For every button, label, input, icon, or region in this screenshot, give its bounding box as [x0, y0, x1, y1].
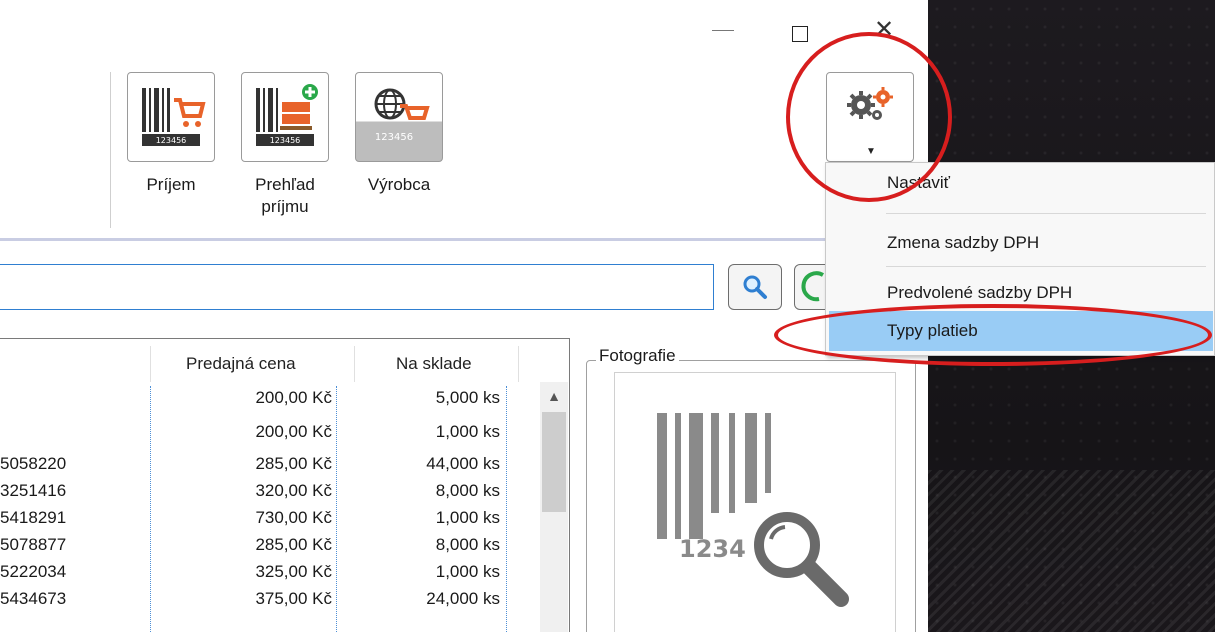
table-row[interactable]: 5222034 325,00 Kč 1,000 ks — [0, 562, 520, 586]
vyrobca-label: Výrobca — [367, 175, 431, 194]
row-stock: 44,000 ks — [426, 454, 500, 473]
vyrobca-button[interactable]: 123456 Výrobca — [354, 72, 444, 196]
prehlad-prijmu-button[interactable]: 123456 Prehľad príjmu — [240, 72, 330, 218]
menu-item-zmena-sadzby-dph[interactable]: Zmena sadzby DPH — [826, 223, 1214, 263]
row-code: 5058220 — [0, 454, 67, 473]
prehlad-prijmu-label: Prehľad príjmu — [255, 174, 315, 218]
row-code: 5434673 — [0, 589, 67, 608]
photo-legend: Fotografie — [596, 346, 679, 366]
row-stock: 8,000 ks — [435, 535, 500, 554]
prehlad-label-line1: Prehľad — [255, 175, 315, 194]
scrollbar-thumb[interactable] — [542, 412, 566, 512]
ribbon-separator — [110, 72, 111, 228]
column-header-price[interactable]: Predajná cena — [186, 354, 296, 374]
row-stock: 8,000 ks — [435, 481, 500, 500]
barcode-pallet-add-icon: 123456 — [241, 72, 329, 162]
row-stock: 5,000 ks — [435, 388, 500, 407]
column-divider — [354, 346, 355, 382]
row-code: 5078877 — [0, 535, 67, 554]
row-stock: 1,000 ks — [435, 562, 500, 581]
table-row[interactable]: 3251416 320,00 Kč 8,000 ks — [0, 481, 520, 505]
minimize-button[interactable] — [712, 30, 734, 31]
column-divider — [150, 346, 151, 382]
prehlad-label-line2: príjmu — [261, 197, 309, 216]
table-row[interactable]: 5058220 285,00 Kč 44,000 ks — [0, 454, 520, 478]
row-code: 5222034 — [0, 562, 67, 581]
menu-separator — [886, 266, 1206, 267]
table-row[interactable]: 5078877 285,00 Kč 8,000 ks — [0, 535, 520, 559]
row-stock: 1,000 ks — [435, 422, 500, 441]
svg-text:123456: 123456 — [156, 136, 187, 145]
svg-text:123456: 123456 — [375, 132, 413, 143]
desktop-pattern — [928, 470, 1215, 632]
table-scrollbar[interactable]: ▲ — [540, 382, 568, 632]
row-price: 200,00 Kč — [255, 422, 332, 441]
menu-separator — [886, 213, 1206, 214]
table-row[interactable]: 5418291 730,00 Kč 1,000 ks — [0, 508, 520, 532]
search-input[interactable] — [0, 264, 714, 310]
row-price: 325,00 Kč — [255, 562, 332, 581]
placeholder-digits: 1234 — [679, 535, 746, 563]
row-price: 285,00 Kč — [255, 454, 332, 473]
row-price: 320,00 Kč — [255, 481, 332, 500]
barcode-cart-icon: 123456 — [127, 72, 215, 162]
table-row[interactable]: 200,00 Kč 1,000 ks — [0, 422, 520, 446]
prijem-label: Príjem — [146, 175, 196, 194]
barcode-search-placeholder-icon: 1234 — [657, 413, 849, 607]
ribbon-bottom-border — [0, 238, 928, 241]
product-photo[interactable]: 1234 — [614, 372, 896, 632]
column-header-stock[interactable]: Na sklade — [396, 354, 472, 374]
barcode-globe-cart-icon: 123456 — [355, 72, 443, 162]
column-divider — [518, 346, 519, 382]
row-stock: 24,000 ks — [426, 589, 500, 608]
annotation-circle — [786, 32, 952, 202]
search-button[interactable] — [728, 264, 782, 310]
annotation-oval — [774, 304, 1212, 366]
maximize-button[interactable] — [792, 26, 808, 42]
table-row[interactable]: 200,00 Kč 5,000 ks — [0, 388, 520, 412]
prijem-button[interactable]: 123456 Príjem — [126, 72, 216, 196]
row-code: 5418291 — [0, 508, 67, 527]
row-stock: 1,000 ks — [435, 508, 500, 527]
search-icon — [743, 275, 767, 299]
row-price: 200,00 Kč — [255, 388, 332, 407]
table-row[interactable]: 5434673 375,00 Kč 24,000 ks — [0, 589, 520, 613]
scroll-up-icon[interactable]: ▲ — [540, 388, 568, 404]
svg-text:123456: 123456 — [270, 136, 301, 145]
row-code: 3251416 — [0, 481, 67, 500]
row-price: 730,00 Kč — [255, 508, 332, 527]
row-price: 375,00 Kč — [255, 589, 332, 608]
row-price: 285,00 Kč — [255, 535, 332, 554]
